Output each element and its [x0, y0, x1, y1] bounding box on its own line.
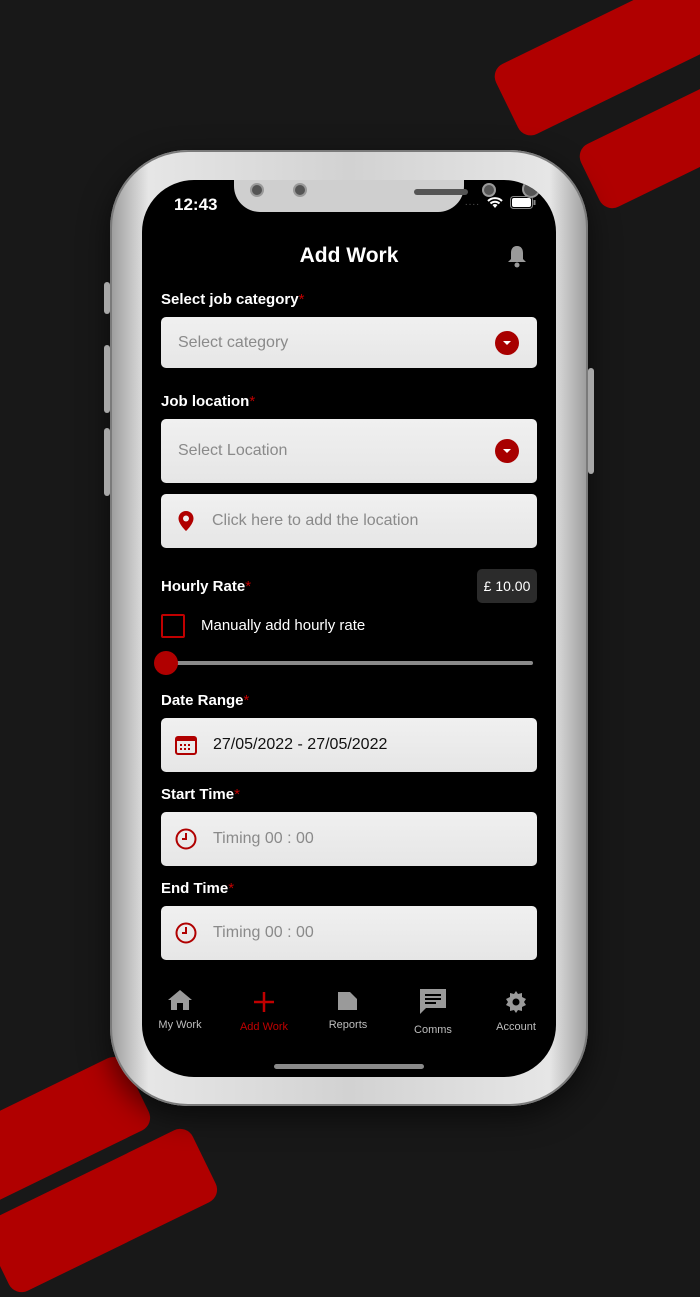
status-icons: .... — [465, 196, 536, 209]
end-time-placeholder: Timing 00 : 00 — [213, 924, 314, 941]
category-label: Select job category* — [161, 291, 305, 308]
bell-icon[interactable] — [506, 244, 528, 273]
add-location-placeholder: Click here to add the location — [212, 512, 419, 529]
tab-reports[interactable]: Reports — [308, 990, 388, 1031]
chevron-down-icon — [495, 330, 519, 355]
plus-icon — [254, 992, 274, 1012]
home-indicator — [274, 1064, 424, 1069]
date-range-value: 27/05/2022 - 27/05/2022 — [213, 736, 388, 753]
gear-icon — [506, 991, 526, 1013]
hourly-rate-label: Hourly Rate* — [161, 578, 252, 595]
end-time-field[interactable]: Timing 00 : 00 — [161, 906, 537, 960]
calendar-icon — [175, 735, 197, 755]
volume-up-button — [104, 345, 110, 413]
location-pin-icon — [177, 510, 195, 532]
add-location-field[interactable]: Click here to add the location — [161, 494, 537, 548]
date-range-field[interactable]: 27/05/2022 - 27/05/2022 — [161, 718, 537, 772]
tab-add-work[interactable]: Add Work — [224, 990, 304, 1033]
rate-slider-thumb[interactable] — [154, 651, 178, 675]
category-placeholder: Select category — [178, 333, 289, 351]
chevron-down-icon — [495, 439, 519, 463]
end-time-label: End Time* — [161, 880, 235, 897]
status-time: 12:43 — [174, 195, 218, 214]
start-time-field[interactable]: Timing 00 : 00 — [161, 812, 537, 866]
power-button — [588, 368, 594, 474]
tab-my-work[interactable]: My Work — [142, 988, 220, 1031]
battery-icon — [510, 196, 536, 209]
start-time-label: Start Time* — [161, 786, 240, 803]
side-button — [104, 282, 110, 314]
volume-down-button — [104, 428, 110, 496]
manual-rate-checkbox[interactable] — [161, 614, 185, 638]
manual-rate-label: Manually add hourly rate — [201, 617, 366, 634]
tab-account[interactable]: Account — [476, 990, 556, 1033]
start-time-placeholder: Timing 00 : 00 — [213, 830, 314, 847]
wifi-icon — [487, 197, 503, 208]
hourly-rate-value: £ 10.00 — [477, 569, 537, 603]
tab-comms[interactable]: Comms — [393, 987, 473, 1036]
app-screen: 12:43 .... Add Work Select job category*… — [142, 180, 556, 1077]
tab-bar: My Work Add Work Reports Comms Account — [142, 980, 556, 1040]
notch — [234, 180, 538, 212]
category-select[interactable]: Select category — [161, 317, 537, 368]
date-range-label: Date Range* — [161, 692, 250, 709]
rate-slider-track[interactable] — [166, 661, 533, 665]
page-title: Add Work — [299, 244, 399, 267]
home-icon — [168, 990, 192, 1010]
location-select[interactable]: Select Location — [161, 419, 537, 483]
folder-icon — [338, 992, 357, 1010]
chat-icon — [420, 989, 446, 1014]
location-placeholder: Select Location — [178, 442, 288, 459]
clock-icon — [175, 922, 197, 944]
location-label: Job location* — [161, 393, 256, 410]
clock-icon — [175, 828, 197, 850]
